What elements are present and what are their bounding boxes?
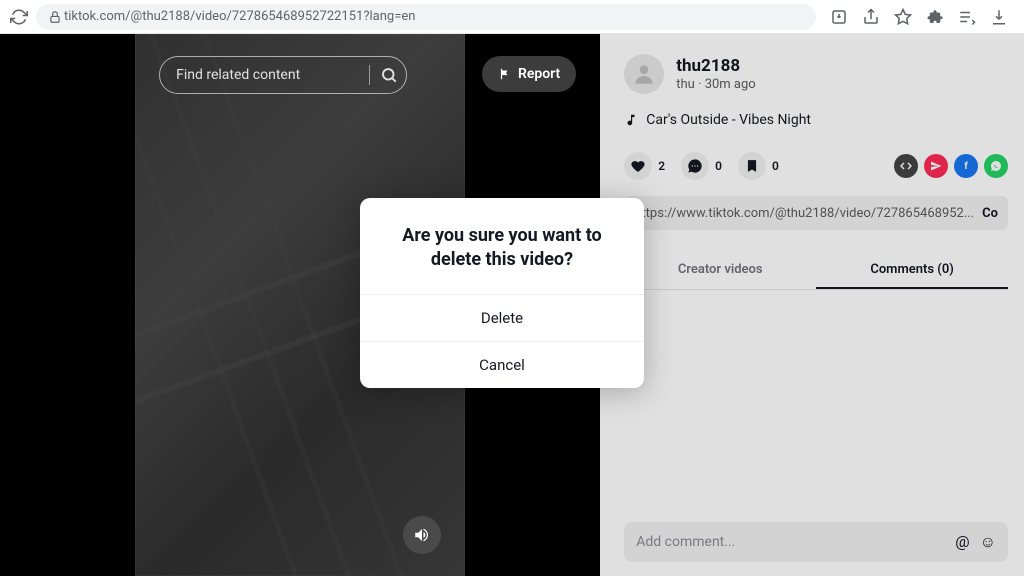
facebook-icon[interactable]: f [954, 154, 978, 178]
share-icon[interactable] [862, 8, 880, 26]
heart-icon [624, 152, 652, 180]
copy-link-label[interactable]: Co [982, 206, 998, 221]
download-icon[interactable] [990, 8, 1008, 26]
tab-creator-videos[interactable]: Creator videos [624, 252, 816, 289]
star-icon[interactable] [894, 8, 912, 26]
like-item[interactable]: 2 [624, 152, 665, 180]
music-title: Car's Outside - Vibes Night [646, 112, 811, 128]
share-link-box: https://www.tiktok.com/@thu2188/video/72… [624, 196, 1008, 230]
comment-count: 0 [715, 159, 722, 173]
url-text: tiktok.com/@thu2188/video/72786546895272… [64, 9, 415, 24]
delete-button[interactable]: Delete [360, 294, 644, 341]
playlist-icon[interactable] [958, 8, 976, 26]
emoji-icon[interactable]: ☺ [980, 532, 996, 552]
comment-icon [681, 152, 709, 180]
user-info: thu2188 thu · 30m ago [676, 56, 755, 92]
flag-icon [498, 67, 512, 81]
comment-placeholder: Add comment... [636, 534, 735, 550]
save-item[interactable]: 0 [738, 152, 779, 180]
user-handle[interactable]: thu2188 [676, 56, 755, 76]
like-count: 2 [658, 159, 665, 173]
puzzle-icon[interactable] [926, 8, 944, 26]
browser-actions [824, 8, 1014, 26]
modal-title: Are you sure you want to delete this vid… [360, 198, 644, 295]
search-placeholder: Find related content [176, 67, 300, 83]
volume-icon [413, 526, 431, 544]
comment-item[interactable]: 0 [681, 152, 722, 180]
whatsapp-icon[interactable] [984, 154, 1008, 178]
browser-toolbar: tiktok.com/@thu2188/video/72786546895272… [0, 0, 1024, 34]
delete-confirmation-modal: Are you sure you want to delete this vid… [360, 198, 644, 389]
avatar-icon [631, 61, 657, 87]
tabs: Creator videos Comments (0) [624, 252, 1008, 290]
cancel-button[interactable]: Cancel [360, 341, 644, 388]
search-icon[interactable] [380, 66, 398, 84]
lock-icon [48, 10, 62, 24]
engagement-row: 2 0 0 [624, 152, 1008, 180]
url-bar[interactable]: tiktok.com/@thu2188/video/72786546895272… [36, 4, 816, 30]
user-subline: thu · 30m ago [676, 77, 755, 92]
comment-input[interactable]: Add comment... @ ☺ [624, 522, 1008, 562]
save-count: 0 [772, 159, 779, 173]
avatar[interactable] [624, 54, 664, 94]
send-icon[interactable] [924, 154, 948, 178]
share-icons: f [894, 154, 1008, 178]
report-button[interactable]: Report [482, 56, 576, 92]
reload-icon[interactable] [10, 8, 28, 26]
search-divider [369, 65, 370, 85]
volume-button[interactable] [403, 516, 441, 554]
user-row: thu2188 thu · 30m ago [624, 34, 1008, 94]
sidebar: thu2188 thu · 30m ago Car's Outside - Vi… [600, 34, 1024, 576]
music-row[interactable]: Car's Outside - Vibes Night [624, 112, 1008, 128]
report-label: Report [518, 66, 560, 82]
music-icon [624, 113, 638, 127]
install-icon[interactable] [830, 8, 848, 26]
tab-comments[interactable]: Comments (0) [816, 252, 1008, 289]
related-search[interactable]: Find related content [159, 56, 407, 94]
bookmark-icon [738, 152, 766, 180]
embed-icon[interactable] [894, 154, 918, 178]
mention-icon[interactable]: @ [955, 532, 969, 552]
share-url: https://www.tiktok.com/@thu2188/video/72… [634, 206, 974, 221]
